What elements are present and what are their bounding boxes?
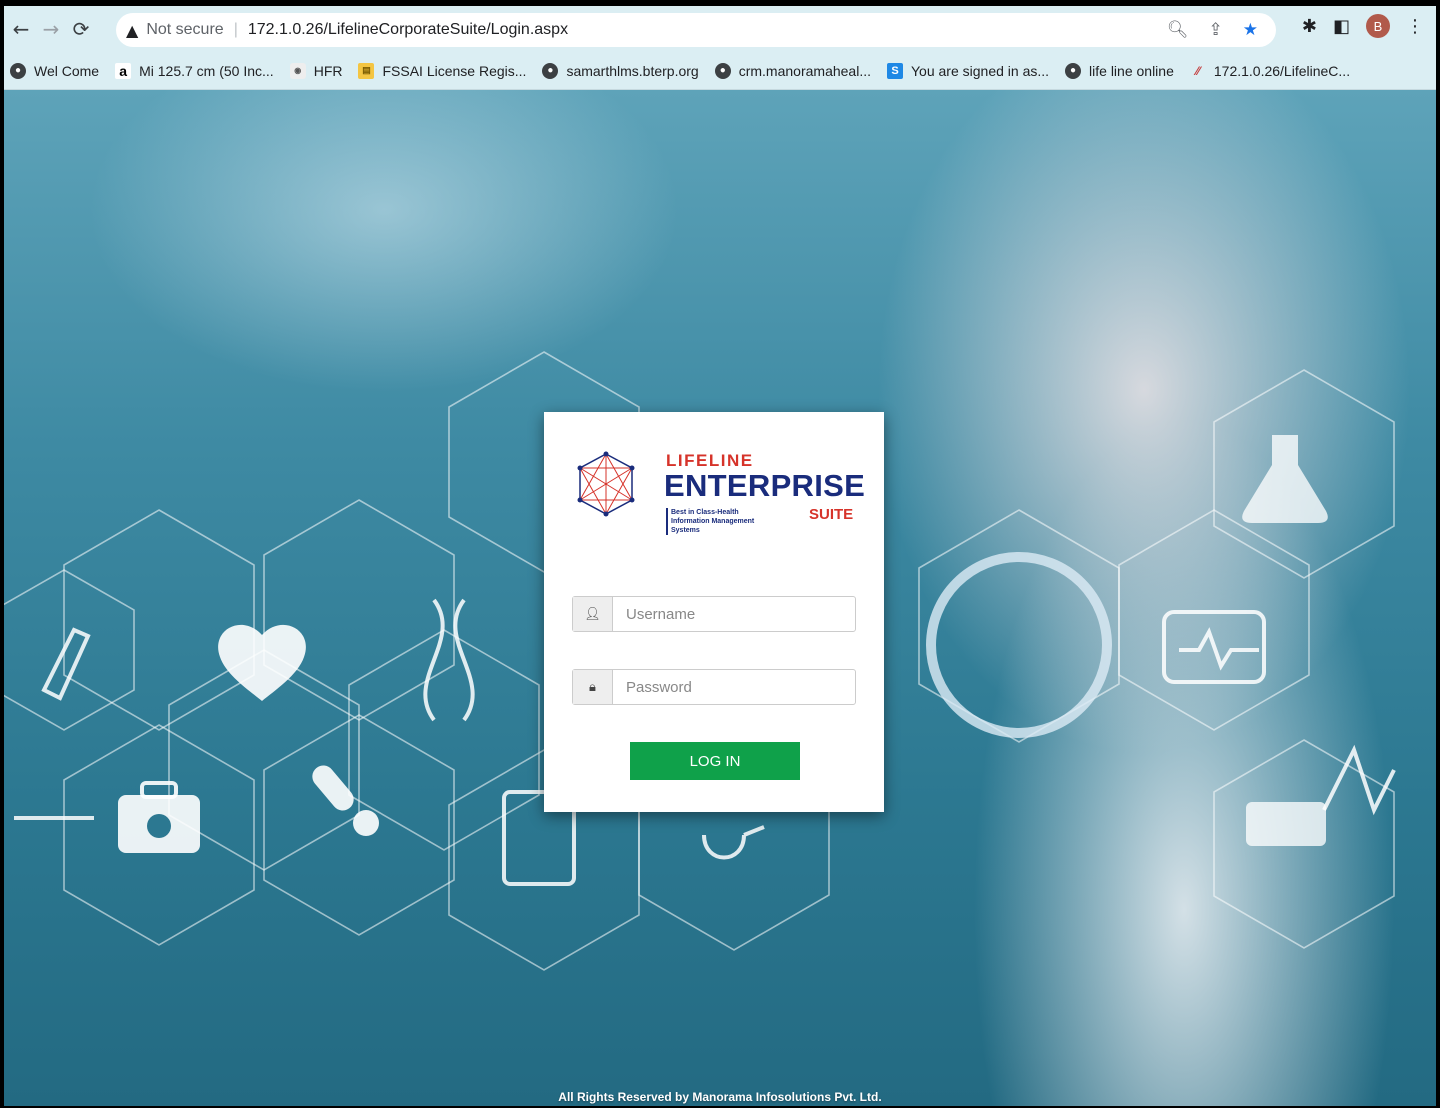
copyright-footer: All Rights Reserved by Manorama Infosolu… (558, 1090, 882, 1104)
bookmark-label: life line online (1089, 62, 1174, 79)
brand-tagline: Best in Class-Health Information Managem… (666, 508, 778, 535)
stethoscope-chestpiece (926, 552, 1112, 738)
forward-arrow-icon[interactable]: → (36, 14, 66, 44)
bookmark-item[interactable]: ● life line online (1065, 62, 1174, 79)
extensions-puzzle-icon[interactable]: ✱ (1302, 16, 1317, 37)
stethoscope-icon (702, 825, 765, 860)
bookmark-label: FSSAI License Regis... (382, 62, 527, 79)
share-icon[interactable]: ⇪ (1209, 20, 1223, 40)
bookmark-label: 172.1.0.26/LifelineC... (1213, 62, 1351, 79)
hexagon-outline (63, 509, 255, 731)
brand-suite: SUITE (809, 506, 854, 523)
password-input[interactable] (613, 670, 855, 704)
network-logo-icon (577, 451, 635, 517)
heart-icon (218, 624, 306, 701)
page-viewport: LIFELINE ENTERPRISE Best in Class-Health… (4, 90, 1436, 1106)
user-icon: 👤︎ (573, 597, 613, 631)
login-button[interactable]: LOG IN (630, 742, 800, 780)
bookmark-item[interactable]: a Mi 125.7 cm (50 Inc... (115, 62, 274, 79)
menu-kebab-icon[interactable]: ⋮ (1406, 16, 1424, 37)
s-icon: S (887, 62, 903, 79)
bookmark-item[interactable]: ● Wel Come (10, 62, 100, 79)
username-field: 👤︎ (572, 596, 856, 632)
address-bar[interactable]: ▲ Not secure | 172.1.0.26/LifelineCorpor… (116, 13, 1276, 47)
browser-window: ← → ⟳ ▲ Not secure | 172.1.0.26/Lifeline… (4, 6, 1436, 1106)
profile-avatar[interactable]: B (1366, 14, 1390, 38)
address-bar-actions: 🔍︎ ⇪ ★ (1167, 13, 1258, 47)
bookmark-label: samarthlms.bterp.org (566, 62, 699, 79)
amazon-icon: a (115, 62, 132, 79)
hexagon-outline (1118, 509, 1310, 731)
address-separator: | (233, 21, 238, 38)
globe-icon: ● (542, 62, 559, 79)
bookmark-label: Mi 125.7 cm (50 Inc... (139, 62, 274, 79)
toolbar-right: ✱ ◧ B ⋮ (1302, 14, 1424, 38)
bookmark-item[interactable]: ⁄⁄ 172.1.0.26/LifelineC... (1190, 63, 1350, 79)
flask-icon (1242, 435, 1328, 523)
back-arrow-icon[interactable]: ← (6, 14, 36, 44)
username-input[interactable] (613, 597, 855, 631)
security-label[interactable]: Not secure (146, 21, 223, 39)
side-panel-icon[interactable]: ◧ (1333, 16, 1350, 37)
login-card: LIFELINE ENTERPRISE Best in Class-Health… (544, 412, 884, 812)
globe-icon: ● (10, 62, 26, 79)
reload-icon[interactable]: ⟳ (66, 14, 96, 44)
hexagon-outline (918, 509, 1120, 743)
bookmark-item[interactable]: ● samarthlms.bterp.org (542, 62, 699, 79)
bookmark-label: You are signed in as... (911, 62, 1050, 79)
warning-icon[interactable]: ▲ (126, 21, 138, 40)
bookmarks-bar: ● Wel Come a Mi 125.7 cm (50 Inc... ◉ HFR ▤… (4, 52, 1436, 90)
bookmark-item[interactable]: ◉ HFR (289, 62, 343, 79)
browser-toolbar: ← → ⟳ ▲ Not secure | 172.1.0.26/Lifeline… (4, 6, 1436, 52)
bookmark-item[interactable]: S You are signed in as... (887, 62, 1050, 79)
ambulance-icon (1246, 802, 1326, 846)
password-field: 🔒︎ (572, 669, 856, 705)
hexagon-outline (4, 569, 135, 731)
lifeline-icon: ⁄⁄ (1195, 63, 1200, 78)
dna-icon (423, 598, 475, 722)
pulse-line (1322, 744, 1396, 816)
bookmark-label: crm.manoramaheal... (738, 62, 871, 79)
lifeline-logo: LIFELINE ENTERPRISE Best in Class-Health… (572, 450, 866, 540)
tablet-icon (353, 810, 379, 836)
bookmark-item[interactable]: ● crm.manoramaheal... (714, 62, 871, 79)
pill-icon (312, 765, 354, 811)
fssai-icon: ▤ (358, 62, 375, 79)
brand-enterprise: ENTERPRISE (664, 468, 866, 503)
globe-icon: ● (1065, 62, 1082, 79)
hexagon-outline (1213, 369, 1395, 579)
bookmark-label: HFR (313, 62, 343, 79)
lock-icon: 🔒︎ (573, 670, 613, 704)
url-text[interactable]: 172.1.0.26/LifelineCorporateSuite/Login.… (248, 21, 568, 39)
bookmark-star-icon[interactable]: ★ (1243, 20, 1258, 40)
globe-icon: ● (714, 62, 731, 79)
hfr-icon: ◉ (289, 62, 306, 79)
zoom-icon[interactable]: 🔍︎ (1167, 20, 1189, 40)
bookmark-label: Wel Come (34, 62, 100, 79)
dropper-icon (41, 627, 91, 701)
bookmark-item[interactable]: ▤ FSSAI License Regis... (358, 62, 527, 79)
